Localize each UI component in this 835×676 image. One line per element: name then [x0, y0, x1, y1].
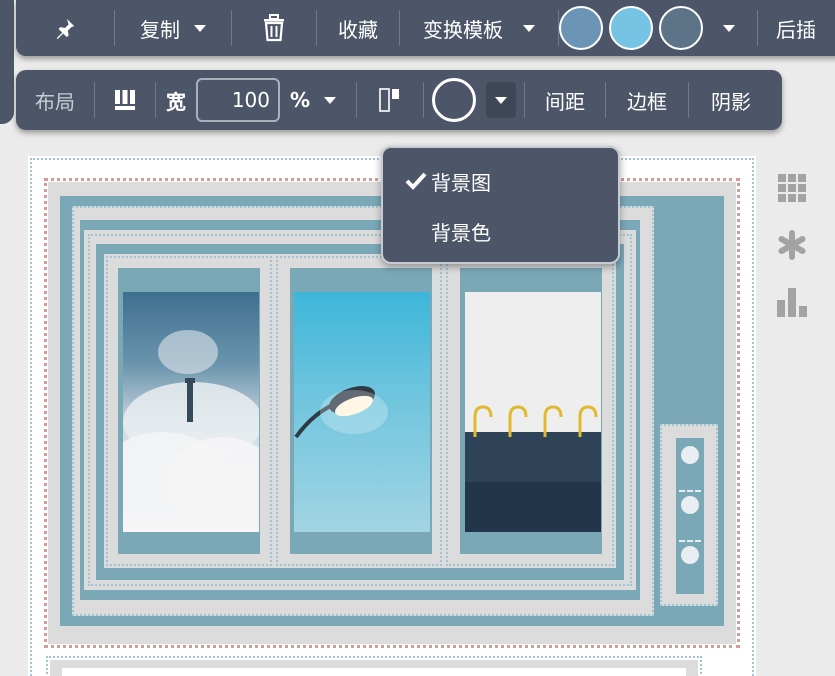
pin-button[interactable] — [16, 0, 114, 56]
template-button[interactable]: 变换模板 — [400, 0, 558, 56]
width-unit: % — [289, 88, 311, 112]
template-label: 变换模板 — [423, 17, 503, 42]
copy-label: 复制 — [140, 17, 180, 42]
background-type-menu: 背景图 背景色 — [381, 146, 620, 264]
layout-label: 布局 — [35, 89, 75, 114]
background-dropdown-toggle[interactable] — [486, 82, 516, 118]
street-lamp-illustration — [294, 386, 388, 439]
social-icon[interactable] — [681, 496, 699, 514]
right-panel — [774, 170, 810, 341]
social-icon[interactable] — [681, 446, 699, 464]
divider — [679, 490, 701, 492]
pin-icon — [56, 18, 75, 39]
lighthouse-photo[interactable] — [123, 292, 259, 532]
insert-after-label: 后插 — [776, 17, 816, 42]
menu-item-background-image[interactable]: 背景图 — [383, 158, 618, 204]
shadow-button[interactable]: 阴影 — [689, 70, 773, 130]
background-selector[interactable] — [424, 70, 524, 130]
color-scheme-selector[interactable] — [559, 0, 757, 56]
favorite-label: 收藏 — [338, 17, 378, 42]
border-label: 边框 — [627, 89, 667, 114]
asterisk-icon[interactable] — [774, 227, 810, 263]
menu-item-background-color[interactable]: 背景色 — [383, 208, 618, 254]
layout-toolbar: 布局 宽 % 间距 边框 阴影 — [16, 70, 782, 130]
spacing-label: 间距 — [545, 89, 585, 114]
color-swatch-1[interactable] — [559, 6, 603, 50]
menu-item-label: 背景图 — [431, 170, 491, 195]
width-unit-selector[interactable]: % — [280, 70, 346, 130]
chevron-down-icon — [523, 24, 535, 32]
spacing-button[interactable]: 间距 — [525, 70, 605, 130]
check-icon — [383, 172, 429, 190]
color-swatch-2[interactable] — [609, 6, 653, 50]
trash-icon — [264, 14, 284, 42]
chevron-down-icon — [495, 96, 507, 104]
border-button[interactable]: 边框 — [606, 70, 688, 130]
align-top-icon — [379, 88, 399, 112]
favorite-button[interactable]: 收藏 — [317, 0, 399, 56]
divider — [679, 540, 701, 542]
top-toolbar: 复制 收藏 变换模板 后插 — [16, 0, 835, 56]
bar-chart-icon[interactable] — [774, 284, 810, 320]
background-preview-circle[interactable] — [432, 78, 476, 122]
vertical-align-button[interactable] — [357, 70, 423, 130]
shadow-label: 阴影 — [711, 89, 751, 114]
chevron-down-icon — [324, 96, 337, 104]
chevron-down-icon — [194, 24, 206, 32]
copy-button[interactable]: 复制 — [115, 0, 231, 56]
grid-icon — [115, 90, 135, 110]
pool-ladder-illustration — [465, 292, 601, 532]
grid-dots-icon[interactable] — [774, 170, 810, 206]
street-lamp-photo[interactable] — [294, 292, 430, 532]
pool-ladder-photo[interactable] — [465, 292, 601, 532]
insert-after-button[interactable]: 后插 — [758, 0, 828, 56]
menu-item-label: 背景色 — [431, 220, 491, 245]
chevron-down-icon[interactable] — [723, 24, 735, 32]
color-swatch-3[interactable] — [659, 6, 703, 50]
social-icon[interactable] — [681, 546, 699, 564]
delete-button[interactable] — [232, 0, 316, 56]
side-panel-stub — [0, 0, 14, 124]
grid-columns-button[interactable] — [95, 70, 155, 130]
next-block-inner — [62, 668, 686, 676]
lighthouse-illustration — [123, 330, 259, 527]
width-label: 宽 — [166, 89, 186, 114]
width-input[interactable] — [196, 78, 280, 122]
